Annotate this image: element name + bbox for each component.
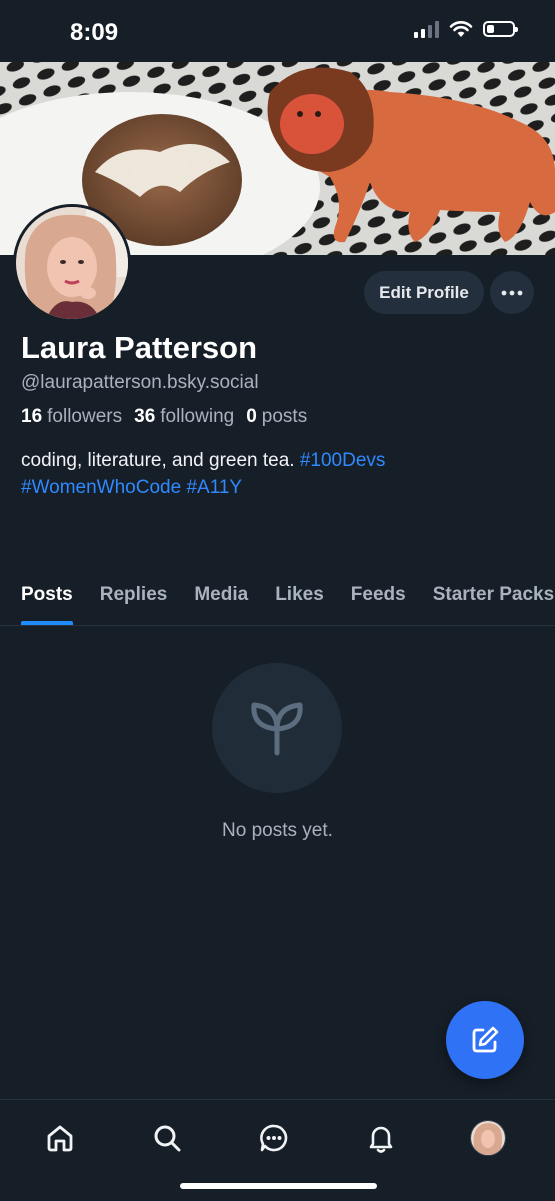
sprout-icon [251,702,303,756]
home-icon [47,1125,73,1152]
bio-text: coding, literature, and green tea. [21,450,295,471]
profile-bio: coding, literature, and green tea. #100D… [21,447,531,501]
tab-likes[interactable]: Likes [275,578,324,625]
empty-state-badge [212,663,342,793]
tab-feeds[interactable]: Feeds [351,578,406,625]
tab-replies[interactable]: Replies [100,578,168,625]
wifi-icon [449,21,473,37]
nav-search[interactable] [147,1118,187,1158]
compose-icon [472,1026,499,1053]
posts-count: 0 [246,406,257,427]
tab-media[interactable]: Media [194,578,248,625]
hashtag-link[interactable]: #A11Y [186,477,242,498]
avatar [470,1120,506,1156]
profile-avatar[interactable] [13,204,131,322]
tab-posts[interactable]: Posts [21,578,73,625]
following-count: 36 [134,406,156,427]
battery-icon [483,21,518,37]
cellular-signal-icon [414,20,439,38]
nav-profile[interactable] [468,1118,508,1158]
posts-stat: 0 posts [246,406,307,428]
hashtag-link[interactable]: #100Devs [300,450,386,471]
hashtag-link[interactable]: #WomenWhoCode [21,477,181,498]
bell-icon [369,1126,393,1153]
tab-starter-packs[interactable]: Starter Packs [433,578,554,625]
status-time: 8:09 [70,19,119,46]
followers-label: followers [47,406,123,427]
nav-home[interactable] [40,1118,80,1158]
followers-count: 16 [21,406,43,427]
battery-level [487,25,495,33]
followers-link[interactable]: 16 followers [21,406,122,428]
more-options-button[interactable] [490,271,534,314]
following-label: following [160,406,235,427]
compose-post-button[interactable] [446,1001,524,1079]
profile-handle: @laurapatterson.bsky.social [21,372,259,393]
home-indicator [180,1183,377,1189]
profile-stats: 16 followers 36 following 0 posts [21,406,307,428]
status-bar: 8:09 [0,0,555,62]
display-name: Laura Patterson [21,330,258,365]
search-icon [154,1125,181,1152]
nav-notifications[interactable] [361,1118,401,1158]
posts-label: posts [261,406,308,427]
following-link[interactable]: 36 following [134,406,234,428]
avatar-image [16,207,128,319]
ellipsis-icon [501,290,523,295]
nav-chat[interactable] [254,1118,294,1158]
status-icons [414,20,518,38]
profile-tabs: Posts Replies Media Likes Feeds Starter … [0,578,555,626]
empty-state-message: No posts yet. [222,820,333,841]
chat-icon [260,1124,288,1152]
edit-profile-button[interactable]: Edit Profile [364,271,484,314]
